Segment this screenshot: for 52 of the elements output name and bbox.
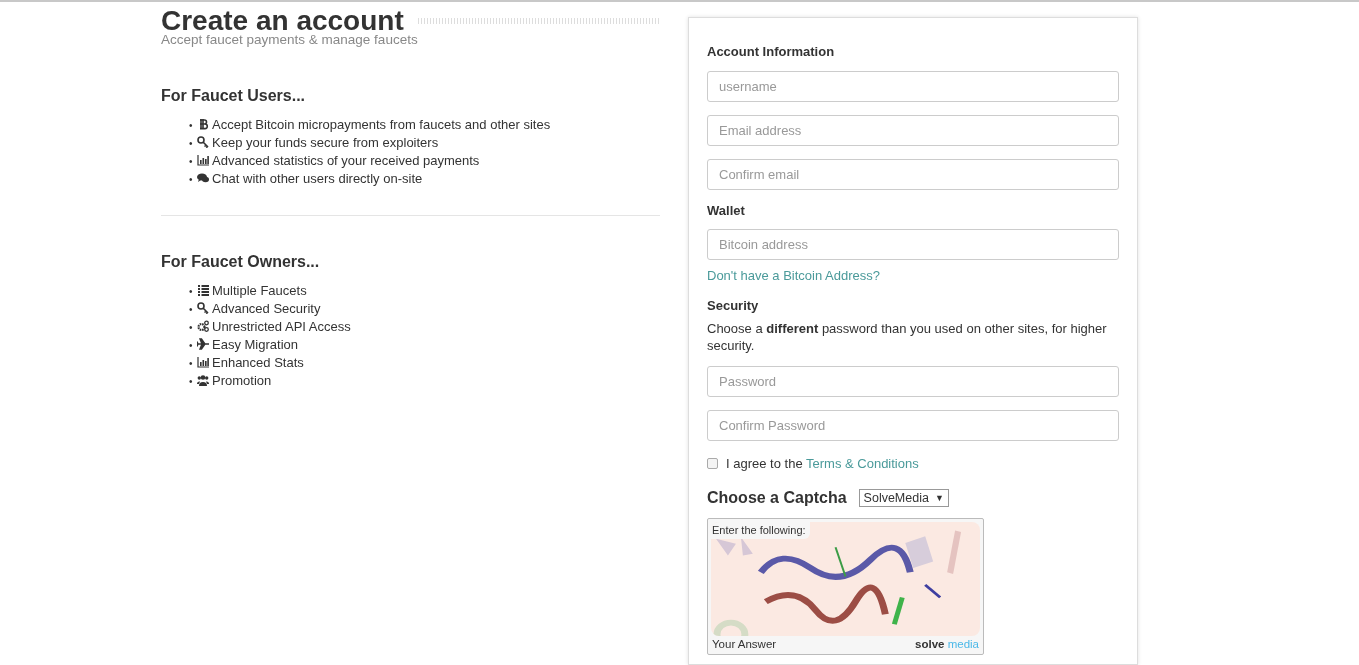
key-icon [197, 136, 209, 149]
bar-chart-icon [197, 154, 209, 167]
feature-text: Unrestricted API Access [212, 319, 351, 335]
bullet: • [189, 285, 194, 300]
captcha-heading: Choose a Captcha [707, 487, 847, 508]
bullet: • [189, 375, 194, 390]
bullet: • [189, 137, 194, 152]
bitcoin-address-link[interactable]: Don't have a Bitcoin Address? [707, 266, 1119, 286]
bullet: • [189, 155, 194, 170]
captcha-prompt: Enter the following: [711, 521, 810, 539]
feature-text: Advanced statistics of your received payments [212, 153, 480, 169]
bar-chart-icon [197, 356, 209, 369]
section-heading: For Faucet Users... [161, 86, 307, 107]
group-heading: Security [707, 296, 760, 315]
input-field[interactable]: Confirm email [707, 158, 1119, 190]
users-icon [197, 374, 209, 387]
section-heading: For Faucet Owners... [161, 252, 321, 273]
checkbox[interactable] [707, 458, 718, 470]
bullet: • [189, 303, 194, 318]
input-field[interactable]: username [707, 70, 1119, 102]
input-field[interactable]: Email address [707, 114, 1119, 146]
terms-link[interactable]: Terms & Conditions [806, 456, 919, 471]
list-icon [197, 284, 209, 297]
key-icon [197, 302, 209, 315]
feature-text: Enhanced Stats [212, 355, 304, 371]
input-field[interactable]: Confirm Password [707, 410, 1119, 441]
feature-text: Advanced Security [212, 301, 321, 317]
feature-text: Multiple Faucets [212, 283, 307, 299]
chat-icon [197, 172, 209, 185]
answer-label: Your Answer [712, 636, 777, 651]
feature-text: Chat with other users directly on-site [212, 171, 423, 187]
agree-label: I agree to the Terms & Conditions [726, 455, 919, 473]
input-field[interactable]: Bitcoin address [707, 229, 1119, 260]
brand-logo: solve media [915, 636, 979, 651]
feature-text: Keep your funds secure from exploiters [212, 135, 439, 151]
feature-text: Promotion [212, 373, 272, 389]
input-field[interactable]: Password [707, 366, 1119, 397]
caret-icon: ▼ [934, 489, 944, 506]
bullet: • [189, 173, 194, 188]
bullet: • [189, 119, 194, 134]
bullet: • [189, 321, 194, 336]
gears-icon [197, 320, 209, 333]
captcha-select[interactable]: SolveMedia ▼ [858, 488, 949, 507]
bitcoin-icon [197, 118, 209, 131]
group-heading: Wallet [707, 201, 746, 220]
bullet: • [189, 357, 194, 372]
feature-text: Accept Bitcoin micropayments from faucets and other sites [212, 117, 551, 133]
group-heading: Account Information [707, 43, 836, 61]
feature-text: Easy Migration [212, 337, 298, 353]
security-note: Choose a different password than you used on other sites, for higher security. [707, 320, 1108, 354]
bullet: • [189, 339, 194, 354]
airplane-icon [197, 338, 209, 351]
